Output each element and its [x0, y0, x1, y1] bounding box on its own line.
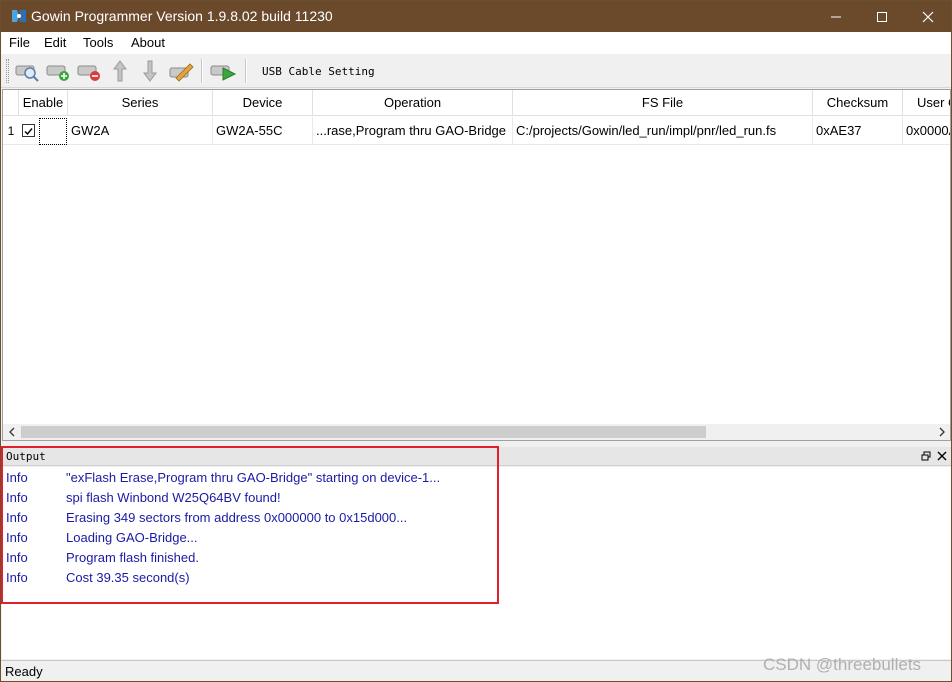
cell-series[interactable]: GW2A — [68, 117, 213, 145]
status-text: Ready — [5, 664, 43, 679]
menu-file[interactable]: File — [9, 35, 30, 50]
edit-button[interactable] — [167, 58, 195, 84]
edit-icon — [169, 63, 194, 82]
minimize-button[interactable] — [813, 1, 859, 32]
toolbar-separator — [245, 59, 247, 83]
usb-cable-setting-button[interactable]: USB Cable Setting — [262, 65, 375, 78]
move-down-icon — [143, 60, 157, 82]
focused-cell[interactable] — [39, 118, 67, 145]
remove-device-icon — [77, 65, 100, 81]
annotation-highlight-box — [1, 446, 499, 604]
column-header-checksum[interactable]: Checksum — [813, 90, 903, 116]
close-icon — [922, 11, 934, 22]
maximize-button[interactable] — [859, 1, 905, 32]
close-button[interactable] — [905, 1, 951, 32]
row-number-header — [3, 90, 19, 116]
column-header-fs-file[interactable]: FS File — [513, 90, 813, 116]
toolbar-separator — [201, 59, 203, 83]
scan-device-icon — [15, 65, 39, 82]
add-device-icon — [46, 65, 69, 81]
window-title: Gowin Programmer Version 1.9.8.02 build … — [31, 8, 333, 24]
gowin-app-icon — [12, 10, 26, 22]
cell-user-code[interactable]: 0x0000A — [903, 117, 950, 145]
programmer-window: Gowin Programmer Version 1.9.8.02 build … — [0, 0, 952, 682]
column-header-user-code[interactable]: User C — [903, 90, 950, 116]
menu-edit[interactable]: Edit — [44, 35, 66, 50]
watermark: CSDN @threebullets — [763, 655, 922, 674]
horizontal-scrollbar[interactable] — [3, 424, 950, 440]
cell-device[interactable]: GW2A-55C — [213, 117, 313, 145]
scroll-thumb[interactable] — [21, 426, 706, 438]
close-output-button[interactable] — [935, 449, 949, 463]
chevron-right-icon — [939, 427, 945, 437]
remove-device-button[interactable] — [75, 58, 103, 84]
cell-fs-file[interactable]: C:/projects/Gowin/led_run/impl/pnr/led_r… — [513, 117, 813, 145]
move-up-icon — [113, 60, 127, 82]
program-button[interactable] — [209, 58, 237, 84]
column-header-enable[interactable]: Enable — [19, 90, 68, 116]
add-device-button[interactable] — [44, 58, 72, 84]
minimize-icon — [831, 16, 841, 17]
device-table: Enable Series Device Operation FS File C… — [2, 89, 951, 441]
maximize-icon — [877, 11, 887, 22]
column-header-operation[interactable]: Operation — [313, 90, 513, 116]
column-header-device[interactable]: Device — [213, 90, 313, 116]
scroll-left-button[interactable] — [3, 424, 20, 440]
cell-operation[interactable]: ...rase,Program thru GAO-Bridge — [313, 117, 513, 145]
column-header-series[interactable]: Series — [68, 90, 213, 116]
table-header: Enable Series Device Operation FS File C… — [3, 90, 950, 116]
menu-about[interactable]: About — [131, 35, 165, 50]
move-down-button[interactable] — [136, 58, 164, 84]
cell-checksum[interactable]: 0xAE37 — [813, 117, 903, 145]
toolbar-grip[interactable] — [6, 59, 9, 83]
scroll-right-button[interactable] — [933, 424, 950, 440]
close-icon — [937, 451, 947, 461]
chevron-left-icon — [8, 427, 14, 437]
move-up-button[interactable] — [106, 58, 134, 84]
row-number: 1 — [7, 124, 15, 138]
menu-tools[interactable]: Tools — [83, 35, 113, 50]
enable-checkbox[interactable] — [22, 124, 35, 137]
undock-button[interactable] — [919, 449, 933, 463]
checkmark-icon — [24, 128, 33, 136]
restore-icon — [921, 451, 931, 461]
menu-bar: File Edit Tools About — [1, 32, 951, 54]
scan-device-button[interactable] — [13, 58, 41, 84]
program-icon — [210, 65, 237, 81]
title-bar[interactable]: Gowin Programmer Version 1.9.8.02 build … — [1, 1, 951, 32]
toolbar: USB Cable Setting — [1, 54, 951, 88]
table-row[interactable]: 1 GW2A GW2A-55C ...rase,Program thru GAO… — [3, 117, 950, 145]
